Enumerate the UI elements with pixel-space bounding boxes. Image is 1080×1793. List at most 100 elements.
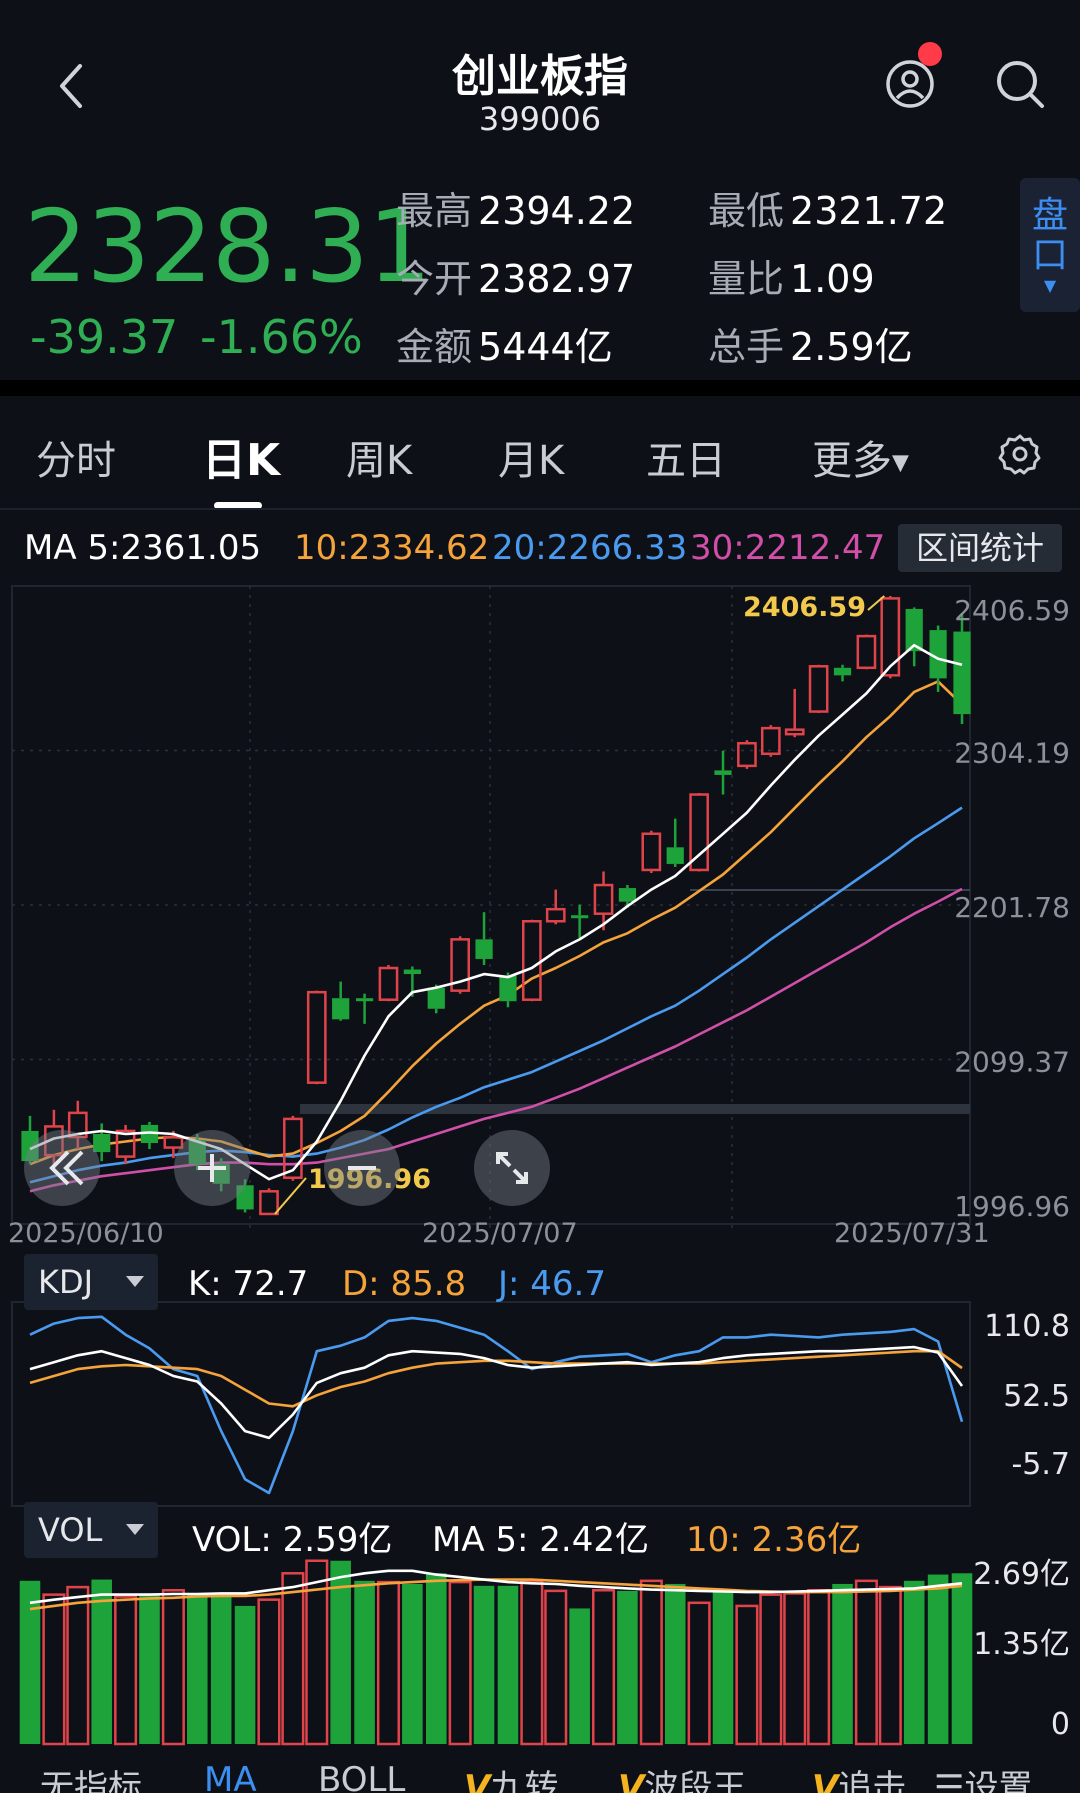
kline-y-tick: 2304.19 xyxy=(954,736,1070,769)
volume-bar xyxy=(592,1588,616,1746)
ma5-legend: MA 5:2361.05 xyxy=(24,528,262,568)
candle-body xyxy=(403,969,421,975)
volume-bar xyxy=(161,1588,185,1746)
ma-legend: MA 5:2361.05 10:2334.62 20:2266.33 30:22… xyxy=(0,520,1080,580)
kdj-chart xyxy=(29,1315,964,1495)
candlestick-chart xyxy=(21,596,971,1216)
volume-bar xyxy=(42,1593,66,1746)
volume-bar xyxy=(951,1573,973,1744)
caret-down-icon xyxy=(126,1276,144,1287)
candle-body xyxy=(571,915,589,919)
volume-bar xyxy=(687,1601,711,1746)
caret-down-icon: ▼ xyxy=(892,450,909,476)
gear-icon[interactable] xyxy=(998,432,1042,476)
volume-bar xyxy=(19,1580,41,1744)
kdj-j-value: J: 46.7 xyxy=(498,1264,606,1304)
tabs-divider xyxy=(0,508,1080,510)
volume-y-tick: 2.69亿 xyxy=(973,1557,1070,1592)
candle-body xyxy=(306,990,327,1084)
kdj-frame xyxy=(11,1301,971,1507)
kdj-legend: KDJ K: 72.7 D: 85.8 J: 46.7 xyxy=(0,1254,1080,1314)
candle-body xyxy=(475,939,493,959)
fullscreen-button[interactable] xyxy=(474,1130,550,1206)
indicator-none[interactable]: 无指标 xyxy=(40,1760,142,1793)
kdj-indicator-selector[interactable]: KDJ xyxy=(24,1254,158,1310)
tab-more[interactable]: 更多▼ xyxy=(812,428,909,486)
ma5-line xyxy=(29,643,963,1181)
kdj-y-tick: 110.8 xyxy=(984,1309,1070,1344)
volume-legend: VOL VOL: 2.59亿 MA 5: 2.42亿 10: 2.36亿 xyxy=(0,1502,1080,1562)
zoom-out-button[interactable] xyxy=(324,1130,400,1206)
filter-settings-icon: ☰ xyxy=(934,1768,965,1793)
candle-body xyxy=(641,832,662,872)
volume-bar xyxy=(639,1579,663,1746)
volume-bar xyxy=(544,1589,568,1746)
minus-icon xyxy=(348,1166,376,1170)
kdj-k-value: K: 72.7 xyxy=(188,1264,309,1304)
stat-high: 最高 2394.22 xyxy=(396,189,636,233)
double-left-arrow-icon xyxy=(49,1150,84,1186)
tab-weekly-k[interactable]: 周K xyxy=(346,428,412,486)
candle-body xyxy=(259,1190,279,1216)
ma30-legend: 30:2212.47 xyxy=(690,528,886,568)
candle-body xyxy=(545,907,566,923)
volume-bar xyxy=(807,1588,831,1746)
kline-x-label: 2025/06/10 xyxy=(8,1218,164,1249)
caret-down-icon: ▼ xyxy=(1043,276,1057,295)
candle-body xyxy=(618,888,637,902)
candle-body xyxy=(833,667,852,676)
range-stats-button[interactable]: 区间统计 xyxy=(898,524,1062,572)
volume-bar xyxy=(376,1580,400,1746)
high-annotation: 2406.59 xyxy=(743,592,866,623)
volume-value: VOL: 2.59亿 xyxy=(192,1520,393,1560)
volume-bar xyxy=(497,1585,519,1744)
order-book-button[interactable]: 盘 口 ▼ xyxy=(1020,178,1080,312)
volume-bar xyxy=(448,1580,472,1746)
indicator-zhuiji[interactable]: V追击 xyxy=(812,1760,906,1793)
indicator-boduanwang[interactable]: V波段王 xyxy=(618,1760,746,1793)
caret-down-icon xyxy=(126,1524,144,1535)
kdj-k-line xyxy=(29,1345,964,1440)
search-icon[interactable] xyxy=(992,56,1048,112)
volume-ma5-value: MA 5: 2.42亿 xyxy=(432,1520,649,1560)
candle-body xyxy=(880,597,901,677)
tab-daily-k[interactable]: 日K xyxy=(202,424,280,488)
settings-button[interactable]: ☰设置 xyxy=(934,1760,1032,1793)
volume-bar xyxy=(425,1573,447,1744)
volume-chart xyxy=(19,1559,973,1746)
kdj-d-value: D: 85.8 xyxy=(342,1264,467,1304)
tab-intraday[interactable]: 分时 xyxy=(36,428,116,486)
indicator-boll[interactable]: BOLL xyxy=(318,1760,405,1793)
candle-body xyxy=(355,998,374,1002)
volume-bar xyxy=(281,1572,305,1746)
zoom-in-button[interactable] xyxy=(174,1130,250,1206)
section-divider xyxy=(0,380,1080,396)
candle-body xyxy=(808,665,829,713)
volume-bar xyxy=(139,1593,160,1744)
kline-y-tick: 2406.59 xyxy=(954,594,1070,627)
candle-body xyxy=(499,975,517,1002)
volume-ma10-value: 10: 2.36亿 xyxy=(686,1520,862,1560)
volume-bar xyxy=(569,1608,590,1744)
volume-bar xyxy=(473,1585,495,1744)
price-change-pct: -1.66% xyxy=(200,310,363,364)
volume-y-tick: 1.35亿 xyxy=(973,1627,1070,1662)
candle-body xyxy=(521,920,542,1001)
candle-body xyxy=(784,728,805,736)
volume-bar xyxy=(91,1579,112,1744)
indicator-ma[interactable]: MA xyxy=(204,1760,257,1793)
volume-bar xyxy=(187,1593,208,1744)
volume-bar xyxy=(402,1583,423,1744)
tab-five-day[interactable]: 五日 xyxy=(646,428,726,486)
tab-monthly-k[interactable]: 月K xyxy=(498,428,564,486)
indicator-jiuzhuan[interactable]: V九转 xyxy=(464,1760,558,1793)
volume-bar xyxy=(354,1580,375,1744)
volume-bar xyxy=(617,1590,638,1744)
price-change: -39.37 xyxy=(30,310,179,364)
candle-body xyxy=(953,631,971,715)
candle-body xyxy=(856,634,877,670)
volume-bar xyxy=(66,1585,90,1746)
volume-indicator-selector[interactable]: VOL xyxy=(24,1502,158,1558)
volume-bar xyxy=(854,1579,878,1746)
scroll-left-button[interactable] xyxy=(24,1130,100,1206)
